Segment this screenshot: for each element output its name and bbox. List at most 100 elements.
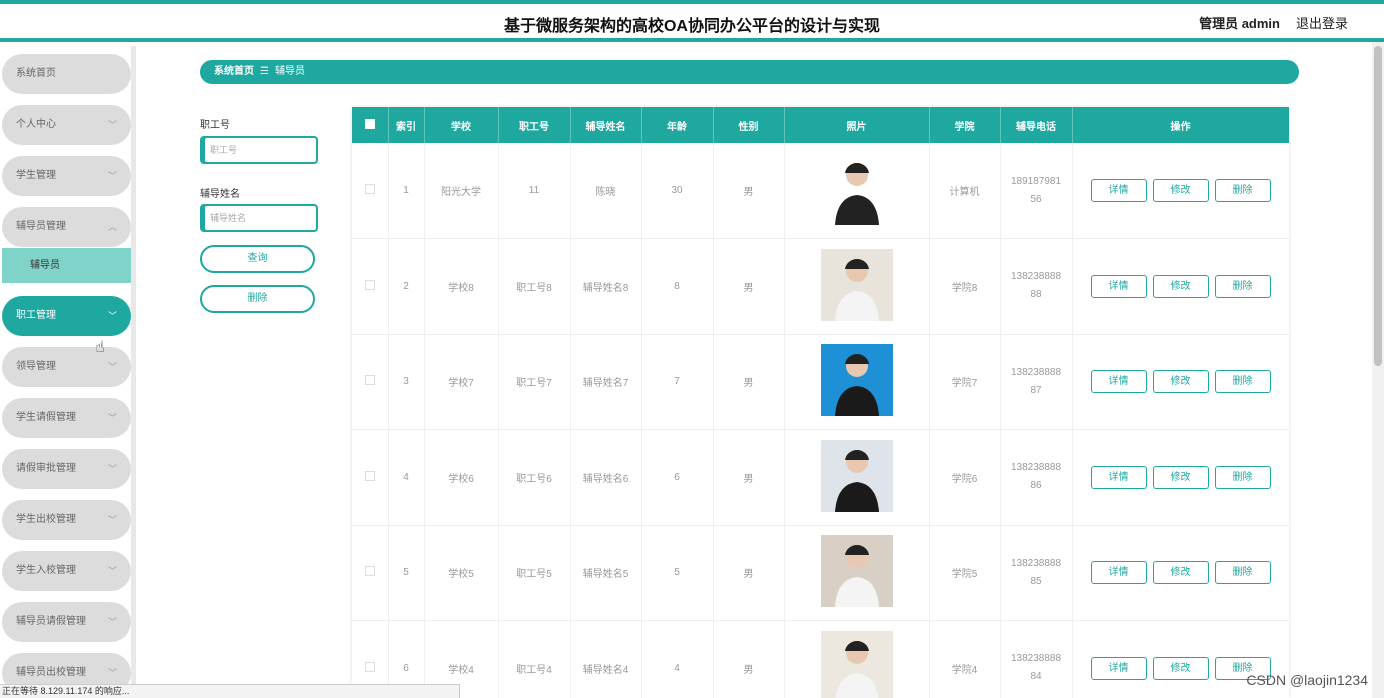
sidebar-item-leader-mgmt[interactable]: 领导管理 ﹀ — [2, 347, 131, 387]
row-checkbox[interactable] — [364, 470, 375, 481]
cell-photo — [784, 525, 930, 621]
sidebar-item-staff-mgmt[interactable]: 职工管理 ﹀ — [2, 296, 131, 336]
cell-counselor-name: 辅导姓名4 — [570, 620, 642, 698]
sidebar-item-counselor-leave[interactable]: 辅导员请假管理 ﹀ — [2, 602, 131, 642]
cell-staff-no: 职工号6 — [498, 429, 571, 525]
staff-no-input[interactable] — [200, 136, 318, 164]
watermark: CSDN @laojin1234 — [1246, 672, 1368, 688]
cell-photo — [784, 143, 930, 239]
batch-delete-button[interactable]: 删除 — [200, 285, 315, 313]
detail-button[interactable]: 详情 — [1090, 656, 1147, 680]
person-photo — [820, 630, 893, 698]
cell-age: 30 — [641, 143, 714, 239]
col-header: 学院 — [929, 107, 1001, 143]
row-checkbox[interactable] — [364, 375, 375, 386]
delete-button[interactable]: 删除 — [1214, 465, 1271, 489]
cell-index: 4 — [388, 429, 425, 525]
cell-staff-no: 职工号8 — [498, 238, 571, 334]
row-checkbox[interactable] — [364, 279, 375, 290]
sidebar-item-student-entry[interactable]: 学生入校管理 ﹀ — [2, 551, 131, 591]
sidebar-item-student-exit[interactable]: 学生出校管理 ﹀ — [2, 500, 131, 540]
edit-button[interactable]: 修改 — [1152, 656, 1209, 680]
sidebar-item-leave-approval[interactable]: 请假审批管理 ﹀ — [2, 449, 131, 489]
table-row: 4 学校6 职工号6 辅导姓名6 6 男学院6 13823888886 详情 修改 删除 — [352, 429, 1289, 525]
person-photo — [820, 153, 893, 225]
delete-button[interactable]: 删除 — [1214, 561, 1271, 585]
cell-school: 学校8 — [424, 238, 499, 334]
edit-button[interactable]: 修改 — [1152, 465, 1209, 489]
cell-counselor-name: 辅导姓名6 — [570, 429, 642, 525]
cell-age: 5 — [641, 525, 714, 621]
cell-school: 学校5 — [424, 525, 499, 621]
page-scrollbar[interactable] — [1372, 42, 1384, 698]
cell-actions: 详情 修改 删除 — [1072, 429, 1289, 525]
sidebar-item-personal-center[interactable]: 个人中心 ﹀ — [2, 105, 131, 145]
cell-actions: 详情 修改 删除 — [1072, 143, 1289, 239]
cell-college: 学院6 — [929, 429, 1001, 525]
col-header: 索引 — [388, 107, 425, 143]
delete-button[interactable]: 删除 — [1214, 179, 1271, 202]
cell-staff-no: 职工号4 — [498, 620, 571, 698]
edit-button[interactable]: 修改 — [1152, 370, 1209, 394]
browser-status-bar: 正在等待 8.129.11.174 的响应... — [0, 684, 460, 698]
cell-phone: 18918798156 — [1000, 143, 1073, 239]
chevron-down-icon: ﹀ — [107, 464, 117, 474]
logout-link[interactable]: 退出登录 — [1296, 13, 1348, 32]
cell-index: 1 — [388, 143, 425, 239]
cell-phone: 13823888885 — [1000, 525, 1073, 621]
detail-button[interactable]: 详情 — [1090, 561, 1147, 585]
col-header: 年龄 — [641, 107, 714, 143]
sidebar-item-counselor-mgmt[interactable]: 辅导员管理 ︿ — [2, 207, 131, 247]
row-checkbox[interactable] — [364, 566, 375, 577]
col-header: 学校 — [424, 107, 499, 143]
cell-age: 7 — [641, 334, 714, 430]
cell-phone: 13823888888 — [1000, 238, 1073, 334]
edit-button[interactable]: 修改 — [1152, 179, 1209, 202]
cell-staff-no: 11 — [498, 143, 571, 239]
breadcrumb-home[interactable]: 系统首页 — [214, 66, 254, 77]
row-select-cell[interactable] — [352, 143, 389, 239]
sidebar-item-student-leave[interactable]: 学生请假管理 ﹀ — [2, 398, 131, 438]
row-select-cell[interactable] — [352, 334, 389, 430]
cell-phone: 13823888884 — [1000, 620, 1073, 698]
cell-phone: 13823888887 — [1000, 334, 1073, 430]
row-select-cell[interactable] — [352, 525, 389, 621]
query-button[interactable]: 查询 — [200, 245, 315, 273]
delete-button[interactable]: 删除 — [1214, 274, 1271, 298]
edit-button[interactable]: 修改 — [1152, 561, 1209, 585]
counselor-name-input[interactable] — [200, 204, 318, 232]
detail-button[interactable]: 详情 — [1090, 179, 1147, 202]
detail-button[interactable]: 详情 — [1090, 274, 1147, 298]
row-checkbox[interactable] — [364, 184, 375, 194]
cell-college: 学院4 — [929, 620, 1001, 698]
detail-button[interactable]: 详情 — [1090, 465, 1147, 489]
row-checkbox[interactable] — [364, 661, 375, 672]
row-select-cell[interactable] — [352, 238, 389, 334]
cell-sex: 男 — [713, 334, 785, 430]
cell-counselor-name: 陈晓 — [570, 143, 642, 239]
col-header: 辅导电话 — [1000, 107, 1073, 143]
top-header: 基于微服务架构的高校OA协同办公平台的设计与实现 管理员 admin 退出登录 — [0, 0, 1384, 42]
row-select-cell[interactable] — [352, 429, 389, 525]
chevron-down-icon: ﹀ — [107, 515, 117, 525]
edit-button[interactable]: 修改 — [1152, 274, 1209, 298]
table-row: 1 阳光大学 11 陈晓 30 男计算机 18918798156 详情 修改 删除 — [352, 143, 1289, 239]
page-scrollbar-thumb[interactable] — [1374, 46, 1382, 366]
delete-button[interactable]: 删除 — [1214, 370, 1271, 394]
sidebar-item-student-mgmt[interactable]: 学生管理 ﹀ — [2, 156, 131, 196]
cell-sex: 男 — [713, 429, 785, 525]
cell-college: 计算机 — [929, 143, 1001, 239]
sidebar-item-home[interactable]: 系统首页 — [2, 54, 131, 94]
counselor-table: 索引 学校 职工号 辅导姓名 年龄 性别 照片 学院 辅导电话 操作 1 阳光大学… — [352, 107, 1289, 698]
cell-index: 5 — [388, 525, 425, 621]
cell-age: 8 — [641, 238, 714, 334]
detail-button[interactable]: 详情 — [1090, 370, 1147, 394]
sidebar-item-label: 辅导员出校管理 — [16, 667, 86, 678]
breadcrumb-current: 辅导员 — [274, 66, 305, 77]
select-all-cell[interactable] — [352, 107, 389, 143]
sidebar-subitem-counselor[interactable]: 辅导员 — [2, 248, 131, 283]
cell-counselor-name: 辅导姓名5 — [570, 525, 642, 621]
sidebar-item-label: 请假审批管理 — [16, 463, 76, 474]
sidebar-scrollbar[interactable] — [131, 46, 136, 698]
select-all-checkbox[interactable] — [364, 118, 375, 129]
